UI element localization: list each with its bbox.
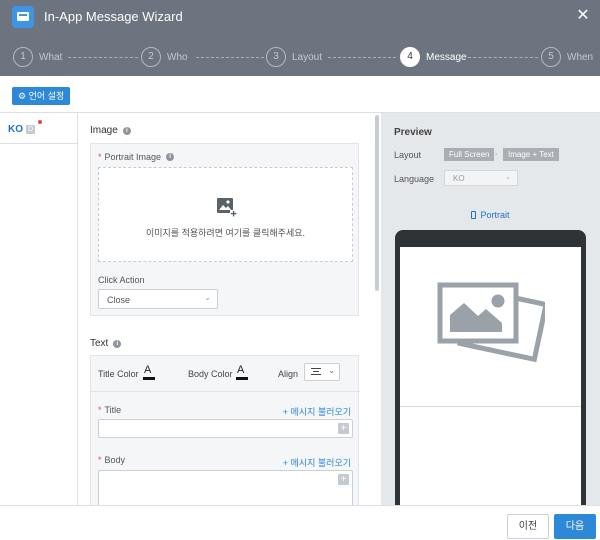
previous-button[interactable]: 이전 [507,514,549,539]
title-input[interactable]: + [98,419,353,438]
required-marker: * [98,405,102,415]
image-placeholder-icon [437,282,545,363]
step-number: 5 [541,47,561,67]
step-connector [68,57,138,58]
text-panel: Title Color A Body Color A Align ⌄ * Tit… [90,355,360,505]
load-body-message-link[interactable]: + 메시지 불러오기 [283,456,351,469]
phone-icon [471,211,477,219]
click-action-select[interactable]: Close ⌄ [98,289,218,309]
step-label: What [39,51,63,63]
text-color-icon: A [144,364,152,376]
portrait-image-label: * Portrait Image i [98,152,175,162]
portrait-image-label-text: Portrait Image [104,152,162,162]
preview-layout-label: Layout [394,150,422,160]
layout-chip-full-screen: Full Screen [444,148,495,161]
align-select[interactable]: ⌄ [304,363,340,381]
step-layout[interactable]: 3 Layout [266,47,322,67]
image-panel: * Portrait Image i 이미지를 적용하려면 여기를 클릭해주세요… [90,143,359,316]
color-swatch [143,377,155,380]
step-number: 3 [266,47,286,67]
chevron-down-icon: ⌄ [505,174,511,181]
form-scrollbar[interactable] [373,113,381,505]
step-who[interactable]: 2 Who [141,47,188,67]
body-color-label: Body Color [188,369,233,379]
chevron-right-icon: › [495,151,498,158]
message-form: Image i * Portrait Image i 이미지를 적용하려면 여기… [79,113,373,505]
step-label: Layout [292,51,323,63]
window-title: In-App Message Wizard [44,9,183,24]
step-number: 1 [13,47,33,67]
step-what[interactable]: 1 What [13,47,62,67]
body-label-text: Body [104,455,126,465]
divider [0,143,78,144]
text-style-row: Title Color A Body Color A Align ⌄ [91,356,360,392]
chevron-down-icon: ⌄ [328,366,335,375]
next-button[interactable]: 다음 [554,514,596,539]
default-badge: D [26,125,35,134]
title-label-text: Title [104,405,122,415]
body-color-picker[interactable]: A [236,364,248,380]
wizard-header: In-App Message Wizard ✕ 1 What 2 Who 3 L… [0,0,600,76]
title-bar: In-App Message Wizard ✕ [0,0,600,34]
required-marker: * [98,455,102,465]
scrollbar-thumb[interactable] [375,115,379,291]
align-label: Align [278,369,299,379]
click-action-label: Click Action [98,275,145,285]
step-label: When [567,51,594,63]
app-message-icon [12,6,34,28]
step-connector [328,57,396,58]
text-section-title: Text i [90,338,122,349]
body-field-label: * Body [98,455,125,465]
step-connector [468,57,538,58]
wizard-footer: 이전 다음 [0,505,600,540]
step-message[interactable]: 4 Message [400,47,467,67]
title-color-label: Title Color [98,369,139,379]
language-tab-ko[interactable]: KO D [8,120,42,135]
layout-chip-image-text: Image + Text [503,148,559,161]
add-image-icon [217,198,237,217]
preview-panel: Preview Layout Full Screen › Image + Tex… [381,113,600,505]
add-variable-button[interactable]: + [338,423,349,434]
align-center-icon [311,368,321,377]
step-connector [196,57,264,58]
image-section-title: Image i [90,125,131,136]
required-marker: * [98,152,102,162]
phone-mockup [395,230,586,505]
info-icon[interactable]: i [122,126,131,135]
phone-screen [400,247,581,505]
info-icon[interactable]: i [113,339,122,348]
color-swatch [236,377,248,380]
text-section-label: Text [90,338,109,349]
step-when[interactable]: 5 When [541,47,593,67]
step-number: 4 [400,47,420,67]
title-field-label: * Title [98,405,121,415]
portrait-tab[interactable]: Portrait [381,210,600,220]
step-label: Message [426,51,467,63]
close-button[interactable]: ✕ [574,6,592,26]
language-settings-button[interactable]: ⚙ 언어 설정 [12,87,71,105]
text-color-icon: A [237,364,245,376]
language-code: KO [8,124,23,135]
chevron-down-icon: ⌄ [204,293,211,302]
dropzone-hint: 이미지를 적용하려면 여기를 클릭해주세요. [145,228,306,238]
click-action-value: Close [107,295,131,305]
preview-image-area [400,247,581,407]
preview-title: Preview [394,127,432,138]
required-dot [38,120,42,124]
add-variable-button[interactable]: + [338,474,349,485]
step-label: Who [167,51,188,63]
preview-language-label: Language [394,174,435,184]
wizard-stepper: 1 What 2 Who 3 Layout 4 Message 5 When [0,42,600,72]
load-title-message-link[interactable]: + 메시지 불러오기 [283,405,351,418]
title-color-picker[interactable]: A [143,364,155,380]
preview-language-value: KO [453,174,465,183]
language-list: KO D [0,113,78,505]
body-textarea[interactable]: + [98,470,353,505]
step-number: 2 [141,47,161,67]
preview-language-select[interactable]: KO ⌄ [444,170,518,186]
portrait-tab-label: Portrait [480,210,510,220]
image-dropzone[interactable]: 이미지를 적용하려면 여기를 클릭해주세요. [98,167,353,262]
image-section-label: Image [90,125,118,136]
info-icon[interactable]: i [166,153,175,161]
